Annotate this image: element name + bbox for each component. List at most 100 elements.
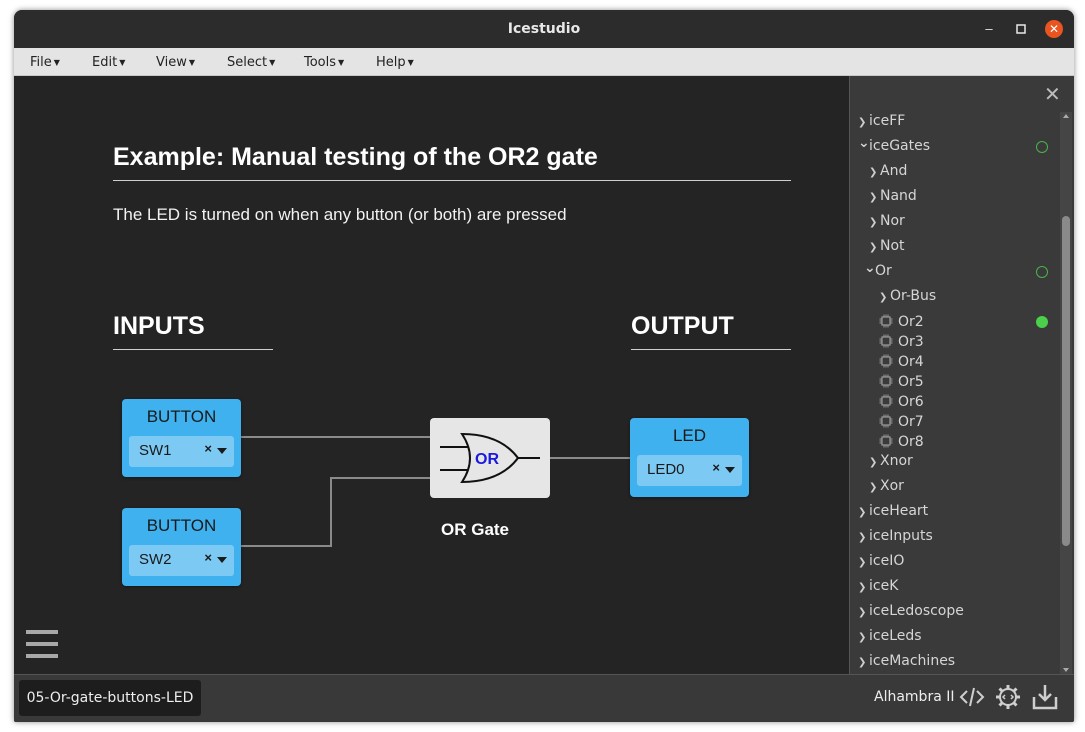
chevron-right-icon[interactable]: ❯ — [869, 457, 880, 468]
status-selected-icon — [1036, 316, 1048, 328]
close-window-icon[interactable]: ✕ — [1045, 20, 1063, 38]
chevron-right-icon[interactable]: ❯ — [858, 532, 869, 543]
chevron-right-icon[interactable]: ❯ — [858, 607, 869, 618]
scrollbar-thumb[interactable] — [1062, 216, 1070, 546]
tree-folder-item[interactable]: ❯ iceK — [858, 578, 898, 594]
tree-folder-item[interactable]: ⌄Or — [864, 260, 892, 279]
chevron-right-icon[interactable]: ❯ — [869, 167, 880, 178]
pin-select-sw2[interactable]: SW2 × — [129, 545, 234, 576]
menu-edit[interactable]: Edit ▼ — [92, 55, 125, 70]
tree-folder-item[interactable]: ❯ iceFF — [858, 113, 905, 129]
tree-block-item[interactable]: Or3 — [879, 334, 924, 350]
dropdown-arrow-icon[interactable] — [725, 467, 735, 473]
tree-folder-item[interactable]: ⌄iceGates — [858, 135, 931, 154]
chevron-right-icon[interactable]: ❯ — [879, 292, 890, 303]
tree-folder-item[interactable]: ❯ Not — [869, 238, 905, 254]
tree-block-item[interactable]: Or6 — [879, 394, 924, 410]
status-ring-icon — [1036, 141, 1048, 153]
chevron-right-icon[interactable]: ❯ — [869, 192, 880, 203]
chevron-right-icon[interactable]: ❯ — [858, 507, 869, 518]
tree-block-item[interactable]: Or2 — [879, 314, 924, 330]
chevron-right-icon[interactable]: ❯ — [858, 557, 869, 568]
window-title: Icestudio — [507, 21, 581, 37]
upload-download-icon[interactable] — [1031, 683, 1059, 711]
chevron-right-icon[interactable]: ❯ — [869, 242, 880, 253]
tree-folder-item[interactable]: ❯ Nand — [869, 188, 917, 204]
tree-folder-item[interactable]: ❯ Or-Bus — [879, 288, 936, 304]
menu-select[interactable]: Select ▼ — [227, 55, 275, 70]
chevron-right-icon[interactable]: ❯ — [858, 632, 869, 643]
tree-item-label: iceInputs — [869, 528, 933, 544]
chip-icon — [879, 394, 893, 408]
close-sidebar-icon[interactable]: ✕ — [1044, 82, 1061, 107]
maximize-icon[interactable] — [1012, 20, 1030, 38]
chip-icon — [879, 434, 893, 448]
tree-folder-item[interactable]: ❯ iceIO — [858, 553, 904, 569]
tree-item-label: Xnor — [880, 453, 913, 469]
board-name[interactable]: Alhambra II — [874, 689, 955, 705]
chevron-down-icon[interactable]: ⌄ — [858, 135, 870, 151]
chevron-right-icon[interactable]: ❯ — [858, 582, 869, 593]
tree-item-label: Or4 — [898, 354, 924, 370]
tree-item-label: And — [880, 163, 908, 179]
file-tab[interactable]: 05-Or-gate-buttons-LED — [19, 680, 201, 716]
led-block[interactable]: LED LED0 × — [630, 418, 749, 497]
tree-item-label: iceGates — [869, 138, 931, 154]
chip-icon — [879, 414, 893, 428]
design-canvas[interactable]: Example: Manual testing of the OR2 gate … — [14, 76, 849, 674]
tree-item-label: iceLedoscope — [869, 603, 964, 619]
tree-block-item[interactable]: Or8 — [879, 434, 924, 450]
clear-icon[interactable]: × — [204, 441, 212, 456]
tree-folder-item[interactable]: ❯ iceInputs — [858, 528, 933, 544]
menu-bar: File ▼ Edit ▼ View ▼ Select ▼ Tools ▼ Help ▼ — [14, 48, 1074, 76]
menu-view[interactable]: View ▼ — [156, 55, 195, 70]
scroll-up-icon[interactable] — [1063, 114, 1069, 118]
tree-item-label: Or5 — [898, 374, 924, 390]
clear-icon[interactable]: × — [712, 460, 720, 475]
collections-sidebar: ✕ ❯ iceFF ⌄iceGates ❯ And ❯ Nand ❯ Nor ❯ Not ⌄Or ❯ Or… — [849, 76, 1074, 674]
chevron-right-icon[interactable]: ❯ — [869, 482, 880, 493]
dropdown-arrow-icon[interactable] — [217, 557, 227, 563]
button-block-sw2[interactable]: BUTTON SW2 × — [122, 508, 241, 586]
pin-select-sw1[interactable]: SW1 × — [129, 436, 234, 467]
tree-folder-item[interactable]: ❯ Xnor — [869, 453, 913, 469]
tree-block-item[interactable]: Or4 — [879, 354, 924, 370]
tree-block-item[interactable]: Or7 — [879, 414, 924, 430]
dropdown-arrow-icon[interactable] — [217, 448, 227, 454]
chevron-right-icon[interactable]: ❯ — [869, 217, 880, 228]
tree-item-label: iceMachines — [869, 653, 956, 669]
hamburger-menu-icon[interactable] — [26, 630, 58, 658]
tree-folder-item[interactable]: ❯ iceMachines — [858, 653, 955, 669]
menu-help[interactable]: Help ▼ — [376, 55, 414, 70]
button-block-sw1[interactable]: BUTTON SW1 × — [122, 399, 241, 477]
tree-item-label: Not — [880, 238, 905, 254]
sidebar-scrollbar[interactable] — [1060, 112, 1072, 674]
title-bar: Icestudio – ✕ — [14, 10, 1074, 48]
chip-icon — [879, 374, 893, 388]
tree-folder-item[interactable]: ❯ iceHeart — [858, 503, 928, 519]
tree-item-label: iceK — [869, 578, 899, 594]
or-gate-block[interactable]: OR — [430, 418, 550, 498]
scroll-down-icon[interactable] — [1063, 668, 1069, 672]
pin-select-value: SW2 — [139, 551, 172, 568]
clear-icon[interactable]: × — [204, 550, 212, 565]
chevron-right-icon[interactable]: ❯ — [858, 657, 869, 668]
tree-folder-item[interactable]: ❯ And — [869, 163, 907, 179]
or-gate-icon: OR — [440, 432, 540, 484]
chevron-down-icon[interactable]: ⌄ — [864, 260, 876, 276]
menu-tools[interactable]: Tools ▼ — [304, 55, 344, 70]
tree-block-item[interactable]: Or5 — [879, 374, 924, 390]
tree-folder-item[interactable]: ❯ Xor — [869, 478, 904, 494]
pin-select-led[interactable]: LED0 × — [637, 455, 742, 486]
chevron-right-icon[interactable]: ❯ — [858, 117, 869, 128]
build-gear-icon[interactable] — [994, 683, 1022, 711]
menu-file[interactable]: File ▼ — [30, 55, 60, 70]
tree-folder-item[interactable]: ❯ iceLeds — [858, 628, 922, 644]
minimize-icon[interactable]: – — [980, 20, 998, 38]
tree-item-label: iceHeart — [869, 503, 929, 519]
tree-item-label: Or-Bus — [890, 288, 937, 304]
chip-icon — [879, 354, 893, 368]
tree-folder-item[interactable]: ❯ Nor — [869, 213, 905, 229]
verify-code-icon[interactable] — [958, 683, 986, 711]
tree-folder-item[interactable]: ❯ iceLedoscope — [858, 603, 964, 619]
